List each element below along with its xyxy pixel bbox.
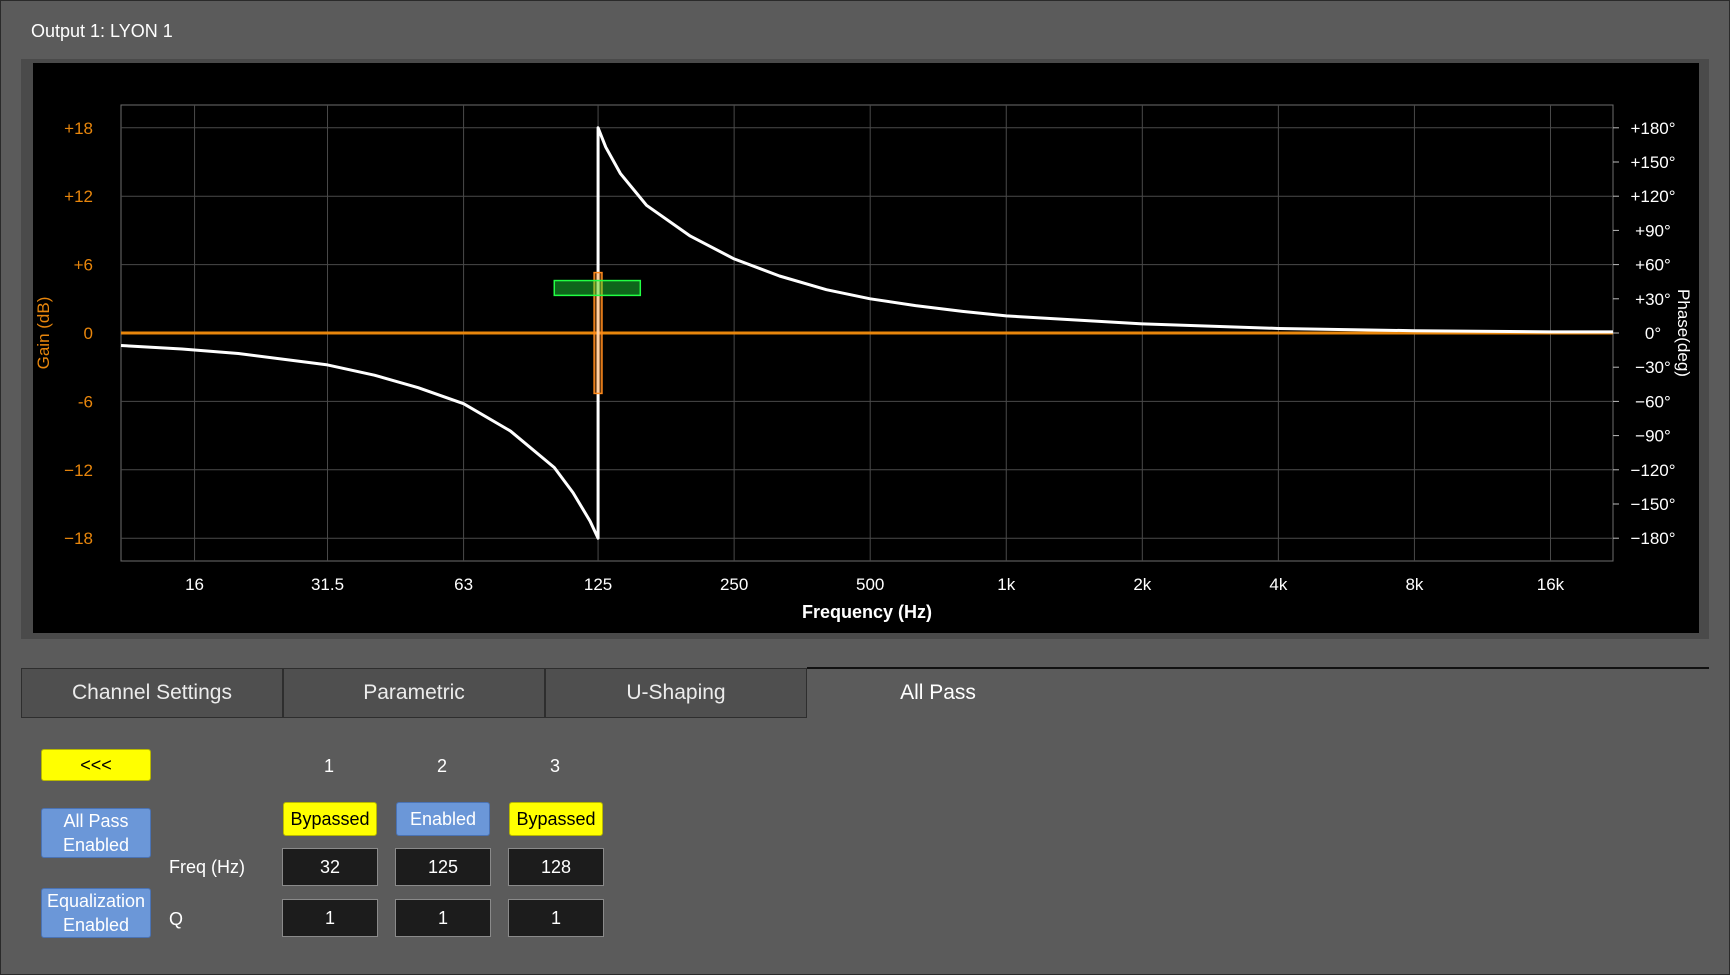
band-1-number: 1 — [323, 756, 334, 776]
band-2-freq-input[interactable]: 125 — [395, 848, 491, 886]
band-2-q-input[interactable]: 1 — [395, 899, 491, 937]
phase-tick-label: −150° — [1630, 495, 1675, 514]
back-button[interactable]: <<< — [41, 749, 151, 781]
phase-tick-label: +150° — [1630, 153, 1675, 172]
tab-u-shaping[interactable]: U-Shaping — [545, 668, 807, 718]
band-2-bypass-toggle[interactable]: Enabled — [396, 802, 490, 836]
x-tick-label: 16 — [185, 575, 204, 594]
gain-tick-label: 0 — [84, 324, 93, 343]
phase-tick-label: −120° — [1630, 461, 1675, 480]
gain-tick-label: −18 — [64, 529, 93, 548]
eq-graph[interactable]: 16 31.5 63 125 250 500 1k 2k 4k 8k 16k +18 +12 +6 0 -6 −… — [33, 63, 1699, 633]
gain-axis-title: Gain (dB) — [34, 297, 53, 370]
x-tick-label: 500 — [856, 575, 884, 594]
band-3-number: 3 — [549, 756, 560, 776]
q-row-label: Q — [169, 909, 184, 929]
tab-channel-settings[interactable]: Channel Settings — [21, 668, 283, 718]
gain-tick-label: +12 — [64, 187, 93, 206]
phase-tick-label: −90° — [1635, 427, 1671, 446]
x-tick-label: 8k — [1405, 575, 1423, 594]
phase-tick-label: 0° — [1645, 324, 1661, 343]
phase-tick-label: +180° — [1630, 119, 1675, 138]
band-3-bypass-toggle[interactable]: Bypassed — [509, 802, 603, 836]
band-1-q-input[interactable]: 1 — [282, 899, 378, 937]
band-1-freq-input[interactable]: 32 — [282, 848, 378, 886]
band-1-bypass-toggle[interactable]: Bypassed — [283, 802, 377, 836]
x-tick-label: 250 — [720, 575, 748, 594]
phase-tick-label: +30° — [1635, 290, 1671, 309]
phase-tick-label: −60° — [1635, 392, 1671, 411]
window-title: Output 1: LYON 1 — [31, 21, 173, 41]
phase-tick-label: +120° — [1630, 187, 1675, 206]
band-2-number: 2 — [436, 756, 447, 776]
band-3-q-input[interactable]: 1 — [508, 899, 604, 937]
x-tick-label: 16k — [1537, 575, 1565, 594]
band-2-q-marker — [553, 279, 642, 297]
gain-tick-label: +18 — [64, 119, 93, 138]
equalization-enabled-button[interactable]: Equalization Enabled — [41, 888, 151, 938]
x-tick-label: 125 — [584, 575, 612, 594]
phase-tick-label: −180° — [1630, 529, 1675, 548]
gain-tick-label: −12 — [64, 461, 93, 480]
window: Output 1: LYON 1 16 31.5 63 125 250 500 1k 2k 4k… — [0, 0, 1730, 975]
phase-tick-label: +60° — [1635, 256, 1671, 275]
x-tick-label: 2k — [1133, 575, 1151, 594]
x-tick-label: 4k — [1269, 575, 1287, 594]
tab-parametric[interactable]: Parametric — [283, 668, 545, 718]
x-tick-label: 1k — [997, 575, 1015, 594]
x-tick-label: 31.5 — [311, 575, 344, 594]
x-tick-label: 63 — [454, 575, 473, 594]
band-3-freq-input[interactable]: 128 — [508, 848, 604, 886]
gain-tick-label: +6 — [74, 256, 93, 275]
x-axis-title: Frequency (Hz) — [802, 602, 932, 622]
gain-tick-label: -6 — [78, 392, 93, 411]
phase-tick-label: +90° — [1635, 221, 1671, 240]
phase-axis-title: Phase(deg) — [1674, 289, 1693, 377]
all-pass-enabled-button[interactable]: All Pass Enabled — [41, 808, 151, 858]
freq-row-label: Freq (Hz) — [169, 857, 245, 877]
phase-tick-label: −30° — [1635, 358, 1671, 377]
tab-all-pass[interactable]: All Pass — [807, 668, 1069, 718]
eq-chart[interactable]: 16 31.5 63 125 250 500 1k 2k 4k 8k 16k +18 +12 +6 0 -6 −… — [33, 63, 1699, 633]
